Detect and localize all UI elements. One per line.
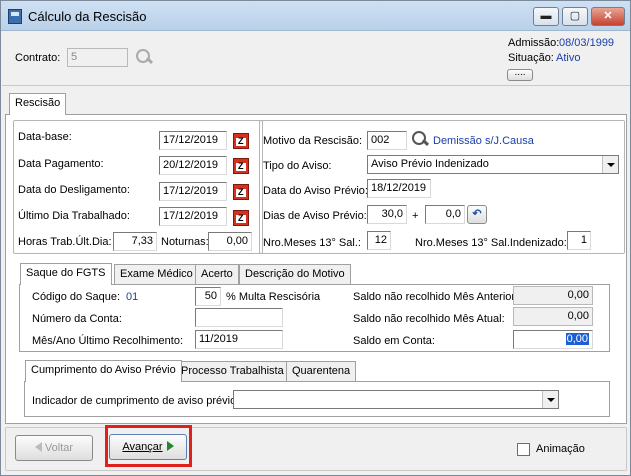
rescisao-window: Cálculo da Rescisão ▬ ▢ ✕ Contrato: 5 Ad… <box>0 0 631 476</box>
indicador-label: Indicador de cumprimento de aviso prévio… <box>32 395 240 407</box>
dias-aviso-label: Dias de Aviso Prévio: <box>263 210 367 222</box>
voltar-button[interactable]: Voltar <box>15 435 93 461</box>
saldo-conta-label: Saldo em Conta: <box>353 335 435 347</box>
tab-exame-medico[interactable]: Exame Médico <box>114 264 199 284</box>
tipo-aviso-label: Tipo do Aviso: <box>263 160 332 172</box>
motivo-label: Motivo da Rescisão: <box>263 135 363 147</box>
avancar-label: Avançar <box>122 441 163 453</box>
admissao-label: Admissão: <box>508 37 560 49</box>
animacao-label: Animação <box>536 443 585 455</box>
mes-ano-field[interactable]: 11/2019 <box>195 330 283 349</box>
data-pagamento-label: Data Pagamento: <box>18 158 104 170</box>
undo-icon[interactable]: ↶ <box>467 205 487 224</box>
tab-saque-fgts[interactable]: Saque do FGTS <box>20 263 112 285</box>
noturnas-field[interactable]: 0,00 <box>208 232 252 251</box>
mes-ano-label: Mês/Ano Último Recolhimento: <box>32 335 184 347</box>
saldo-conta-field[interactable]: 0,00 <box>513 330 593 349</box>
tab-descricao-motivo[interactable]: Descrição do Motivo <box>239 264 351 284</box>
data-desligamento-field[interactable]: 17/12/2019 <box>159 182 227 201</box>
minimize-button[interactable]: ▬ <box>533 7 559 26</box>
saldo-atual-field: 0,00 <box>513 307 593 326</box>
close-button[interactable]: ✕ <box>591 7 625 26</box>
tab-quarentena[interactable]: Quarentena <box>286 361 357 381</box>
saldo-anterior-label: Saldo não recolhido Mês Anterior: <box>353 291 519 303</box>
calendar-icon[interactable] <box>233 133 249 149</box>
horas-label: Horas Trab.Últ.Dia: <box>18 236 112 248</box>
situacao-value: Ativo <box>556 52 581 64</box>
saldo-conta-value: 0,00 <box>565 333 589 345</box>
calendar-icon[interactable] <box>233 158 249 174</box>
app-icon <box>8 9 22 24</box>
ultimo-dia-label: Último Dia Trabalhado: <box>18 210 130 222</box>
motivo-code-field[interactable]: 002 <box>367 131 407 150</box>
data-aviso-label: Data do Aviso Prévio: <box>263 185 368 197</box>
more-button[interactable]: .... <box>507 68 533 81</box>
maximize-button[interactable]: ▢ <box>562 7 588 26</box>
multa-label: % Multa Rescisória <box>226 291 321 303</box>
tab-rescisao[interactable]: Rescisão <box>9 93 67 115</box>
chevron-down-icon[interactable] <box>602 156 618 173</box>
calendar-icon[interactable] <box>233 184 249 200</box>
codigo-saque-value: 01 <box>126 291 139 303</box>
saldo-atual-label: Saldo não recolhido Mês Atual: <box>353 313 505 325</box>
meses13-label: Nro.Meses 13° Sal.: <box>263 237 361 249</box>
data-pagamento-field[interactable]: 20/12/2019 <box>159 156 227 175</box>
data-desligamento-label: Data do Desligamento: <box>18 184 130 196</box>
meses13-ind-label: Nro.Meses 13° Sal.Indenizado: <box>415 237 567 249</box>
tipo-aviso-select[interactable]: Aviso Prévio Indenizado <box>367 155 619 174</box>
voltar-label: Voltar <box>44 442 74 454</box>
contract-header: Contrato: 5 Admissão: 08/03/1999 Situaçã… <box>2 32 630 86</box>
motivo-desc: Demissão s/J.Causa <box>433 135 534 147</box>
chevron-down-icon[interactable] <box>542 391 558 408</box>
dias-aviso-field[interactable]: 30,0 <box>367 205 407 224</box>
tab-cumprimento-aviso[interactable]: Cumprimento do Aviso Prévio <box>25 360 182 382</box>
meses13-ind-field[interactable]: 1 <box>567 231 591 250</box>
situacao-label: Situação: <box>508 52 554 64</box>
saldo-anterior-field: 0,00 <box>513 286 593 305</box>
animacao-checkbox[interactable] <box>517 443 530 456</box>
codigo-saque-label: Código do Saque: <box>32 291 121 303</box>
title-bar: Cálculo da Rescisão ▬ ▢ ✕ <box>1 1 630 31</box>
search-icon <box>134 48 154 68</box>
noturnas-label: Noturnas: <box>161 236 209 248</box>
arrow-left-icon <box>34 442 42 452</box>
multa-field[interactable]: 50 <box>195 287 221 306</box>
tab-acerto[interactable]: Acerto <box>195 264 239 284</box>
indicador-select[interactable] <box>233 390 559 409</box>
data-base-label: Data-base: <box>18 131 72 143</box>
numero-conta-field[interactable] <box>195 308 283 327</box>
plus-sign: + <box>412 210 419 222</box>
calendar-icon[interactable] <box>233 210 249 226</box>
data-base-field[interactable]: 17/12/2019 <box>159 131 227 150</box>
window-title: Cálculo da Rescisão <box>28 9 147 24</box>
contrato-field: 5 <box>67 48 128 67</box>
data-aviso-field[interactable]: 18/12/2019 <box>367 179 431 198</box>
tipo-aviso-value: Aviso Prévio Indenizado <box>371 158 489 170</box>
arrow-right-icon <box>166 441 174 451</box>
horas-field[interactable]: 7,33 <box>113 232 157 251</box>
contrato-label: Contrato: <box>15 52 61 64</box>
tab-processo-trabalhista[interactable]: Processo Trabalhista <box>175 361 290 381</box>
search-icon[interactable] <box>410 130 430 150</box>
avancar-button[interactable]: Avançar <box>109 434 187 460</box>
ultimo-dia-field[interactable]: 17/12/2019 <box>159 207 227 226</box>
footer-group <box>5 427 627 471</box>
meses13-field[interactable]: 12 <box>367 231 391 250</box>
numero-conta-label: Número da Conta: <box>32 313 122 325</box>
dias-extra-field[interactable]: 0,0 <box>425 205 465 224</box>
admissao-value: 08/03/1999 <box>559 37 615 49</box>
